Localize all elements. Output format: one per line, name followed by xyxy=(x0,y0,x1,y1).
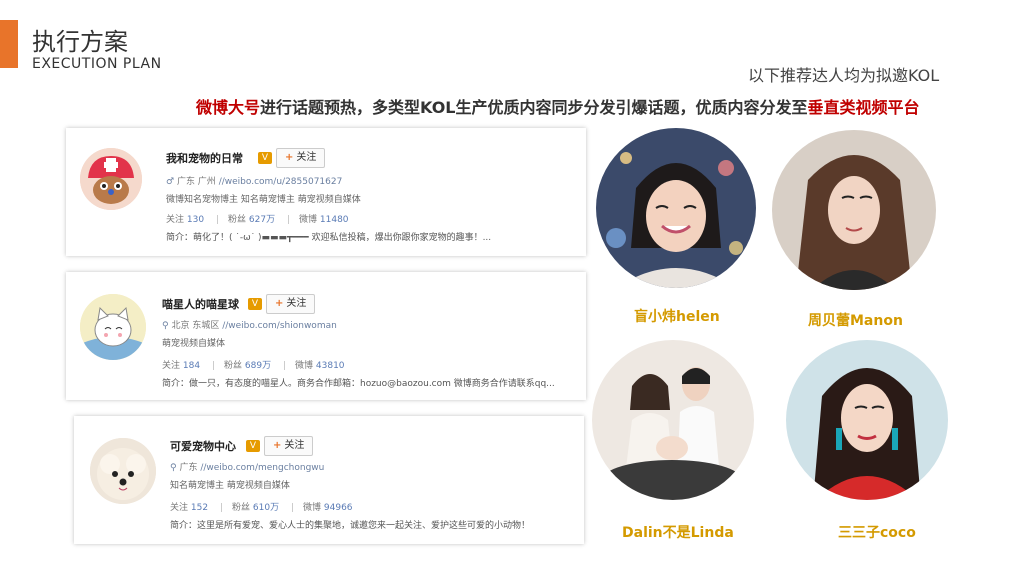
profile-url[interactable]: //weibo.com/shionwoman xyxy=(222,321,337,331)
location: 北京 东城区 xyxy=(171,321,220,331)
kol-photo xyxy=(786,340,948,500)
avatar xyxy=(80,294,146,360)
avatar xyxy=(80,148,142,210)
location: 广东 xyxy=(179,463,198,473)
plus-icon: + xyxy=(285,152,294,163)
page-title: 执行方案 xyxy=(32,28,128,56)
posts-count[interactable]: 94966 xyxy=(324,503,353,513)
profile-stats: 关注 184 | 粉丝 689万 | 微博 43810 xyxy=(162,361,345,371)
following-label: 关注 xyxy=(170,503,189,513)
fans-label: 粉丝 xyxy=(228,215,247,225)
fans-label: 粉丝 xyxy=(224,361,243,371)
follow-label: 关注 xyxy=(286,298,307,309)
kol-name-label: 三三子coco xyxy=(838,525,916,541)
fans-count[interactable]: 627万 xyxy=(249,215,275,225)
profile-name[interactable]: 我和宠物的日常 xyxy=(166,150,243,166)
profile-name[interactable]: 喵星人的喵星球 xyxy=(162,296,239,312)
plus-icon: + xyxy=(275,298,284,309)
follow-button[interactable]: + 关注 xyxy=(276,148,326,168)
posts-count[interactable]: 43810 xyxy=(316,361,345,371)
verified-badge-icon: V xyxy=(246,440,260,452)
invite-note: 以下推荐达人均为拟邀KOL xyxy=(748,66,940,85)
posts-label: 微博 xyxy=(299,215,318,225)
weibo-profile-card: 我和宠物的日常 V + 关注 ♂ 广东 广州 //weibo.com/u/2855… xyxy=(66,128,586,256)
plus-icon: + xyxy=(273,440,282,451)
follow-button[interactable]: + 关注 xyxy=(264,436,314,456)
posts-label: 微博 xyxy=(303,503,322,513)
location: 广东 广州 xyxy=(176,177,216,187)
posts-count[interactable]: 11480 xyxy=(320,215,349,225)
profile-bio: 简介：萌化了！( ˙-ω˙ )▬▬▬┳━━━ 欢迎私信投稿，爆出你跟你家宠物的趣… xyxy=(166,233,492,243)
headline-middle: 进行话题预热，多类型KOL生产优质内容同步分发引爆话题，优质内容分发至 xyxy=(260,98,808,117)
headline-tail: 垂直类视频平台 xyxy=(807,98,920,117)
headline-lead: 微博大号 xyxy=(196,98,261,117)
profile-url[interactable]: //weibo.com/u/2855071627 xyxy=(219,177,343,187)
location-line: ⚲ 广东 //weibo.com/mengchongwu xyxy=(170,460,324,473)
following-label: 关注 xyxy=(162,361,181,371)
location-line: ♂ 广东 广州 //weibo.com/u/2855071627 xyxy=(166,174,342,187)
kol-name-label: Dalin不是Linda xyxy=(622,525,734,541)
fans-label: 粉丝 xyxy=(232,503,251,513)
kol-photo xyxy=(772,130,936,290)
following-count[interactable]: 130 xyxy=(187,215,204,225)
profile-description: 知名萌宠博主 萌宠视频自媒体 xyxy=(170,481,290,491)
profile-bio: 简介：这里是所有爱宠、爱心人士的集聚地，诚邀您来一起关注、爱护这些可爱的小动物！ xyxy=(170,521,531,531)
following-count[interactable]: 152 xyxy=(191,503,208,513)
kol-photo xyxy=(592,340,754,500)
verified-badge-icon: V xyxy=(248,298,262,310)
kol-photo xyxy=(596,128,756,288)
profile-bio: 简介：做一只，有态度的喵星人。商务合作邮箱：hozuo@baozou.com 微… xyxy=(162,379,555,389)
profile-url[interactable]: //weibo.com/mengchongwu xyxy=(200,463,324,473)
kol-name-label: 周贝蕾Manon xyxy=(808,313,903,329)
fans-count[interactable]: 689万 xyxy=(245,361,271,371)
avatar xyxy=(90,438,156,504)
following-label: 关注 xyxy=(166,215,185,225)
follow-button[interactable]: + 关注 xyxy=(266,294,316,314)
kol-name-label: 盲小炜helen xyxy=(634,309,720,325)
verified-badge-icon: V xyxy=(258,152,272,164)
weibo-profile-card: 喵星人的喵星球 V + 关注 ⚲ 北京 东城区 //weibo.com/shion… xyxy=(66,272,586,400)
follow-label: 关注 xyxy=(296,152,317,163)
fans-count[interactable]: 610万 xyxy=(253,503,279,513)
strategy-headline: 微博大号进行话题预热，多类型KOL生产优质内容同步分发引爆话题，优质内容分发至垂… xyxy=(196,94,920,118)
profile-name[interactable]: 可爱宠物中心 xyxy=(170,438,236,454)
weibo-profile-card: 可爱宠物中心 V + 关注 ⚲ 广东 //weibo.com/mengchongw… xyxy=(74,416,584,544)
following-count[interactable]: 184 xyxy=(183,361,200,371)
profile-stats: 关注 130 | 粉丝 627万 | 微博 11480 xyxy=(166,215,349,225)
page-subtitle: EXECUTION PLAN xyxy=(32,56,162,72)
posts-label: 微博 xyxy=(295,361,314,371)
profile-description: 微博知名宠物博主 知名萌宠博主 萌宠视频自媒体 xyxy=(166,195,361,205)
profile-description: 萌宠视频自媒体 xyxy=(162,339,226,349)
profile-stats: 关注 152 | 粉丝 610万 | 微博 94966 xyxy=(170,503,353,513)
gender-icon: ♂ xyxy=(166,177,177,187)
location-line: ⚲ 北京 东城区 //weibo.com/shionwoman xyxy=(162,318,337,331)
accent-bar xyxy=(0,20,18,68)
follow-label: 关注 xyxy=(284,440,305,451)
